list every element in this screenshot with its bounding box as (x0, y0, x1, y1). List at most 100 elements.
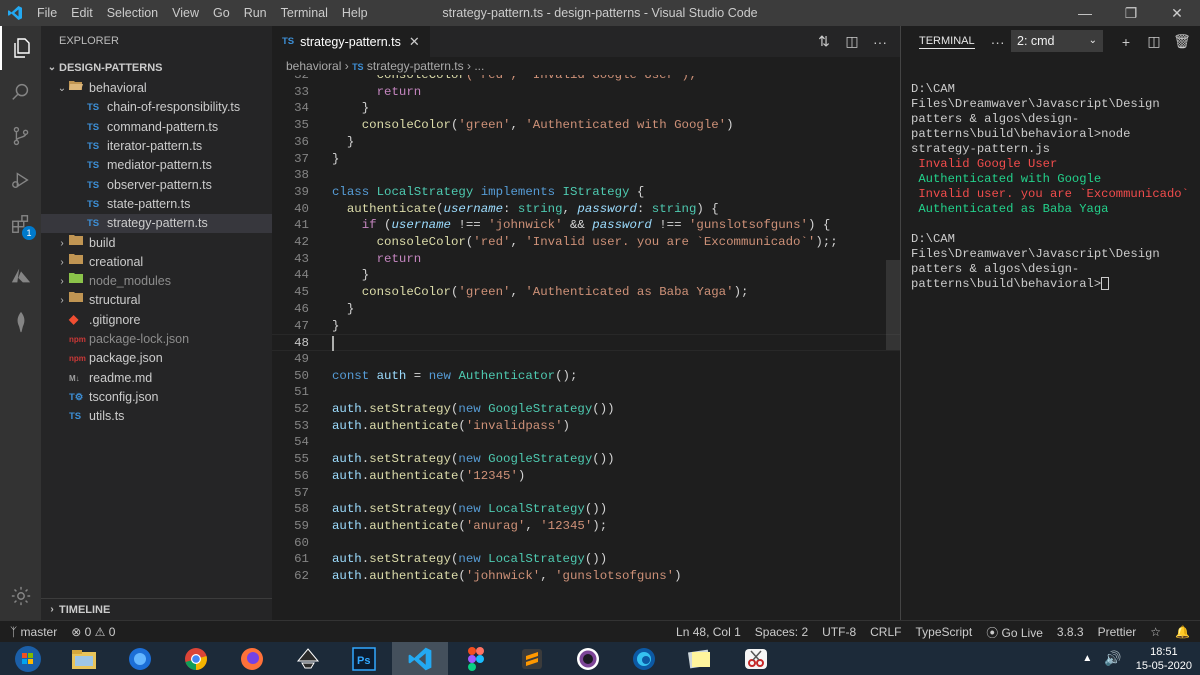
code-token: username (443, 201, 504, 216)
tree-item-strategy-pattern-ts[interactable]: TS strategy-pattern.ts (41, 214, 272, 234)
explorer-icon[interactable] (0, 26, 41, 70)
manage-gear-icon[interactable] (0, 574, 41, 618)
tree-item-readme-md[interactable]: M↓ readme.md (41, 368, 272, 387)
firefox-icon[interactable] (224, 642, 280, 675)
cursor-position[interactable]: Ln 48, Col 1 (676, 625, 741, 639)
code-editor[interactable]: 32 consoleColor('red', 'Invalid Google U… (272, 75, 900, 620)
terminal-shell-select[interactable]: 2: cmd ⌄ (1011, 30, 1103, 52)
edge-icon[interactable] (616, 642, 672, 675)
notifications-bell-icon[interactable]: 🔔 (1175, 625, 1190, 639)
tree-item-build[interactable]: › build (41, 233, 272, 252)
search-icon[interactable] (0, 70, 41, 114)
tree-item-tsconfig-json[interactable]: T⚙ tsconfig.json (41, 388, 272, 407)
tree-item-creational[interactable]: › creational (41, 253, 272, 272)
tree-item-command-pattern-ts[interactable]: TS command-pattern.ts (41, 118, 272, 137)
more-actions-icon[interactable]: ··· (866, 34, 894, 50)
terminal-output[interactable]: D:\CAM Files\Dreamwaver\Javascript\Desig… (911, 82, 1200, 292)
scrollbar-thumb[interactable] (886, 260, 900, 350)
code-token: consoleColor (376, 75, 466, 82)
chrome-icon[interactable] (168, 642, 224, 675)
start-button[interactable] (0, 642, 56, 675)
code-token: } (332, 301, 355, 316)
menu-selection[interactable]: Selection (100, 0, 165, 26)
run-debug-icon[interactable] (0, 158, 41, 202)
extensions-icon[interactable]: 1 (0, 202, 41, 246)
menu-edit[interactable]: Edit (64, 0, 100, 26)
line-number: 55 (294, 452, 309, 467)
code-text: } (332, 134, 354, 151)
timeline-section-header[interactable]: › TIMELINE (41, 598, 272, 620)
language-mode[interactable]: TypeScript (915, 625, 972, 639)
panel-more-icon[interactable]: ··· (991, 34, 1005, 50)
split-terminal-icon[interactable]: ◫ (1140, 33, 1168, 50)
terminal-tab[interactable]: TERMINAL (919, 34, 975, 49)
vscode-logo-icon[interactable] (0, 0, 30, 26)
problems-status[interactable]: ⊗ 0 ⚠ 0 (71, 625, 115, 639)
line-number: 56 (294, 468, 309, 483)
go-live[interactable]: ⦿ Go Live (986, 624, 1043, 641)
end-of-line[interactable]: CRLF (870, 625, 901, 639)
menu-terminal[interactable]: Terminal (274, 0, 335, 26)
breadcrumb-more[interactable]: ... (474, 59, 484, 73)
tree-item-mediator-pattern-ts[interactable]: TS mediator-pattern.ts (41, 156, 272, 175)
tree-item--gitignore[interactable]: ◆ .gitignore (41, 311, 272, 330)
split-editor-icon[interactable]: ◫ (838, 33, 866, 50)
inkscape-icon[interactable] (280, 642, 336, 675)
mongo-icon[interactable] (0, 300, 41, 344)
tree-item-node-modules[interactable]: › node_modules (41, 272, 272, 291)
close-tab-icon[interactable]: ✕ (409, 34, 420, 50)
photoshop-icon[interactable]: Ps (336, 642, 392, 675)
activity-bar: 1 (0, 26, 41, 620)
menu-file[interactable]: File (30, 0, 64, 26)
ts-version[interactable]: 3.8.3 (1057, 625, 1084, 639)
feedback-icon[interactable]: ☆ (1150, 625, 1161, 639)
vscode-icon[interactable] (392, 642, 448, 675)
code-text: consoleColor('red', 'Invalid user. you a… (332, 234, 838, 251)
tree-item-chain-of-responsibility-ts[interactable]: TS chain-of-responsibility.ts (41, 98, 272, 117)
open-changes-icon[interactable]: ⇅ (810, 33, 838, 50)
close-icon[interactable]: ✕ (1154, 0, 1200, 26)
sticky-notes-icon[interactable] (672, 642, 728, 675)
restore-icon[interactable]: ❐ (1108, 0, 1154, 26)
menu-view[interactable]: View (165, 0, 206, 26)
taskbar-clock[interactable]: 18:51 15-05-2020 (1136, 645, 1192, 673)
tree-item-behavioral[interactable]: ⌄ behavioral (41, 79, 272, 98)
source-control-icon[interactable] (0, 114, 41, 158)
tree-item-package-lock-json[interactable]: npm package-lock.json (41, 330, 272, 349)
breadcrumb-file[interactable]: strategy-pattern.ts (367, 59, 464, 73)
tree-item-structural[interactable]: › structural (41, 291, 272, 310)
markdown-file-icon: M↓ (69, 373, 80, 383)
line-number: 57 (294, 485, 309, 500)
menu-help[interactable]: Help (335, 0, 375, 26)
tree-item-state-pattern-ts[interactable]: TS state-pattern.ts (41, 195, 272, 214)
code-token: password (592, 218, 652, 233)
workspace-section-header[interactable]: ⌄ DESIGN-PATTERNS (41, 57, 272, 79)
tree-item-package-json[interactable]: npm package.json (41, 349, 272, 368)
tab-strategy-pattern[interactable]: TS strategy-pattern.ts ✕ (272, 26, 430, 57)
encoding[interactable]: UTF-8 (822, 625, 856, 639)
sublime-icon[interactable] (504, 642, 560, 675)
azure-icon[interactable] (0, 254, 41, 298)
firefox-dev-icon[interactable] (112, 642, 168, 675)
volume-icon[interactable]: 🔊 (1104, 650, 1121, 667)
file-explorer-icon[interactable] (56, 642, 112, 675)
new-terminal-icon[interactable]: + (1112, 34, 1140, 50)
indentation[interactable]: Spaces: 2 (755, 625, 808, 639)
menu-run[interactable]: Run (237, 0, 274, 26)
snipping-tool-icon[interactable] (728, 642, 784, 675)
tree-item-utils-ts[interactable]: TS utils.ts (41, 407, 272, 426)
tor-icon[interactable] (560, 642, 616, 675)
menu-go[interactable]: Go (206, 0, 237, 26)
figma-icon[interactable] (448, 642, 504, 675)
prettier-status[interactable]: Prettier (1098, 625, 1137, 639)
minimize-icon[interactable]: — (1062, 0, 1108, 26)
show-hidden-icons-icon[interactable]: ▲ (1082, 653, 1092, 664)
editor-scrollbar[interactable] (886, 75, 900, 620)
code-token: } (332, 318, 340, 333)
code-line: 35 consoleColor('green', 'Authenticated … (272, 117, 900, 134)
kill-terminal-icon[interactable]: 🗑 (1168, 33, 1196, 50)
tree-item-iterator-pattern-ts[interactable]: TS iterator-pattern.ts (41, 137, 272, 156)
branch-status[interactable]: ᛉ master (10, 625, 57, 639)
tree-item-observer-pattern-ts[interactable]: TS observer-pattern.ts (41, 175, 272, 194)
breadcrumb-folder[interactable]: behavioral (286, 59, 341, 73)
